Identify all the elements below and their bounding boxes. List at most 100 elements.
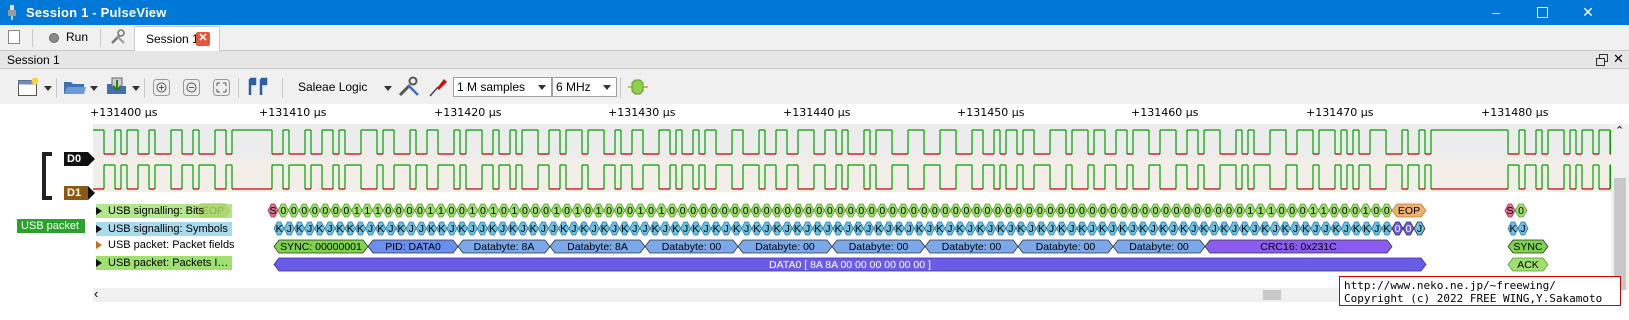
bit-annotation-label: 0 (963, 205, 969, 217)
zoom-fit-icon[interactable] (212, 76, 232, 98)
bit-annotation-label: 0 (701, 205, 707, 217)
scroll-up-icon[interactable]: ⌃ (1615, 124, 1624, 137)
symbol-annotation-label: J (1344, 223, 1349, 235)
chevron-down-icon (538, 85, 546, 90)
bit-annotation-label: 0 (1195, 205, 1201, 217)
symbol-annotation-label: K (855, 223, 862, 235)
packet-field-annotation-label: Databyte: 8A (474, 241, 535, 253)
symbol-annotation-label: J (520, 223, 525, 235)
symbol-annotation-label: J (825, 223, 830, 235)
save-file-icon[interactable] (104, 76, 130, 98)
bit-annotation-label: 0 (1100, 205, 1106, 217)
tab-session-1[interactable]: Session 1 ✕ (134, 26, 220, 51)
symbol-annotation-label: K (896, 223, 903, 235)
bit-annotation-label: 1 (470, 205, 476, 217)
symbol-annotation-label: K (875, 223, 882, 235)
symbol-annotation-label: K (1079, 223, 1086, 235)
symbol-annotation-label: K (1139, 223, 1146, 235)
bit-annotation-label: 0 (911, 205, 917, 217)
bit-annotation-label: 0 (1111, 205, 1117, 217)
horizontal-scrollbar[interactable]: ‹ (93, 286, 1339, 302)
symbol-annotation-label: J (1313, 223, 1318, 235)
maximize-button[interactable] (1519, 0, 1565, 25)
separator (56, 78, 57, 98)
bit-annotation-label: 0 (732, 205, 738, 217)
symbol-annotation-label: J (470, 223, 475, 235)
decoder-row-symbols[interactable]: USB signalling: Symbols (96, 222, 232, 236)
chevron-down-icon[interactable] (132, 86, 140, 91)
symbol-annotation-label: K (428, 223, 435, 235)
close-button[interactable]: ✕ (1565, 0, 1611, 25)
bit-annotation-label: S (1506, 205, 1513, 217)
probe-icon[interactable] (427, 76, 449, 98)
d0-waveform (93, 129, 1611, 154)
decoder-row-packet-fields[interactable]: USB packet: Packet fields (96, 238, 235, 252)
sample-count-select[interactable]: 1 M samples (453, 77, 552, 97)
zoom-out-icon[interactable] (182, 76, 202, 98)
float-icon[interactable] (1596, 54, 1608, 66)
bit-annotation-label: 1 (554, 205, 560, 217)
decoder-row-packets[interactable]: USB packet: Packets I… (96, 256, 232, 270)
vertical-scrollbar[interactable]: ⌃ (1611, 124, 1629, 290)
device-selector[interactable]: Saleae Logic (298, 80, 367, 94)
symbol-annotation-label: K (580, 223, 587, 235)
chevron-down-icon (603, 85, 611, 90)
symbol-annotation-label: J (1417, 223, 1422, 235)
bit-annotation-label: 0 (1132, 205, 1138, 217)
bit-annotation-label: 0 (1331, 205, 1337, 217)
bit-annotation-label: 0 (806, 205, 812, 217)
channel-label-d1[interactable]: D1 (64, 186, 95, 200)
chevron-down-icon[interactable] (90, 86, 98, 91)
packet-field-annotation-label: PID: DATA0 (385, 241, 441, 253)
zoom-in-icon[interactable] (152, 76, 172, 98)
packet-field-annotation-label: Databyte: 00 (942, 241, 1002, 253)
separator (144, 78, 145, 98)
session-label: Session 1 (7, 53, 60, 67)
minimize-button[interactable]: – (1473, 0, 1519, 25)
symbol-annotation-label: K (774, 223, 781, 235)
tools-icon[interactable] (110, 29, 126, 45)
decoder-row-bits[interactable]: USB signalling: Bits (96, 204, 232, 218)
bit-annotation-label: 1 (354, 205, 360, 217)
packet-field-annotation-label: Databyte: 00 (662, 241, 722, 253)
add-view-icon[interactable] (16, 76, 42, 98)
symbol-annotation-label: J (327, 223, 332, 235)
symbol-annotation-label: J (449, 223, 454, 235)
symbol-annotation-label: K (1353, 223, 1360, 235)
tab-close-icon[interactable]: ✕ (196, 32, 210, 46)
tab-bar: Run Session 1 ✕ (0, 25, 1629, 51)
scrollbar-thumb[interactable] (1614, 178, 1626, 290)
symbol-annotation-label: J (866, 223, 871, 235)
sample-rate-select[interactable]: 6 MHz (552, 77, 617, 97)
scrollbar-thumb[interactable] (1263, 290, 1281, 300)
symbol-annotation-label: K (530, 223, 537, 235)
symbol-annotation-label: K (1119, 223, 1126, 235)
scroll-left-icon[interactable]: ‹ (94, 286, 98, 301)
add-decoder-icon[interactable] (626, 76, 650, 98)
symbol-annotation-label: K (377, 223, 384, 235)
symbol-annotation-label: J (541, 223, 546, 235)
bit-annotation-label: 0 (585, 205, 591, 217)
symbol-annotation-label: K (347, 223, 354, 235)
channel-label-d0[interactable]: D0 (64, 152, 95, 166)
bit-annotation-label: 1 (575, 205, 581, 217)
bit-annotation-label: 0 (690, 205, 696, 217)
device-config-icon[interactable] (397, 76, 421, 98)
symbol-annotation-label: J (907, 223, 912, 235)
dock-close-icon[interactable]: ✕ (1613, 51, 1624, 67)
symbol-annotation-label: K (957, 223, 964, 235)
run-icon (49, 33, 59, 43)
open-file-icon[interactable] (62, 76, 88, 98)
chevron-down-icon[interactable] (384, 86, 392, 91)
bit-annotation-label: 1 (427, 205, 433, 217)
chevron-down-icon[interactable] (44, 86, 52, 91)
expand-icon (96, 259, 102, 267)
cursor-pair-icon[interactable] (246, 76, 270, 98)
symbol-annotation-label: K (713, 223, 720, 235)
new-session-icon[interactable] (6, 29, 22, 45)
bit-annotation-label: 0 (301, 205, 307, 217)
bit-annotation-label: 0 (564, 205, 570, 217)
bit-annotation-label: 0 (753, 205, 759, 217)
symbol-annotation-label: J (1212, 223, 1217, 235)
bit-annotation-label: 0 (1216, 205, 1222, 217)
